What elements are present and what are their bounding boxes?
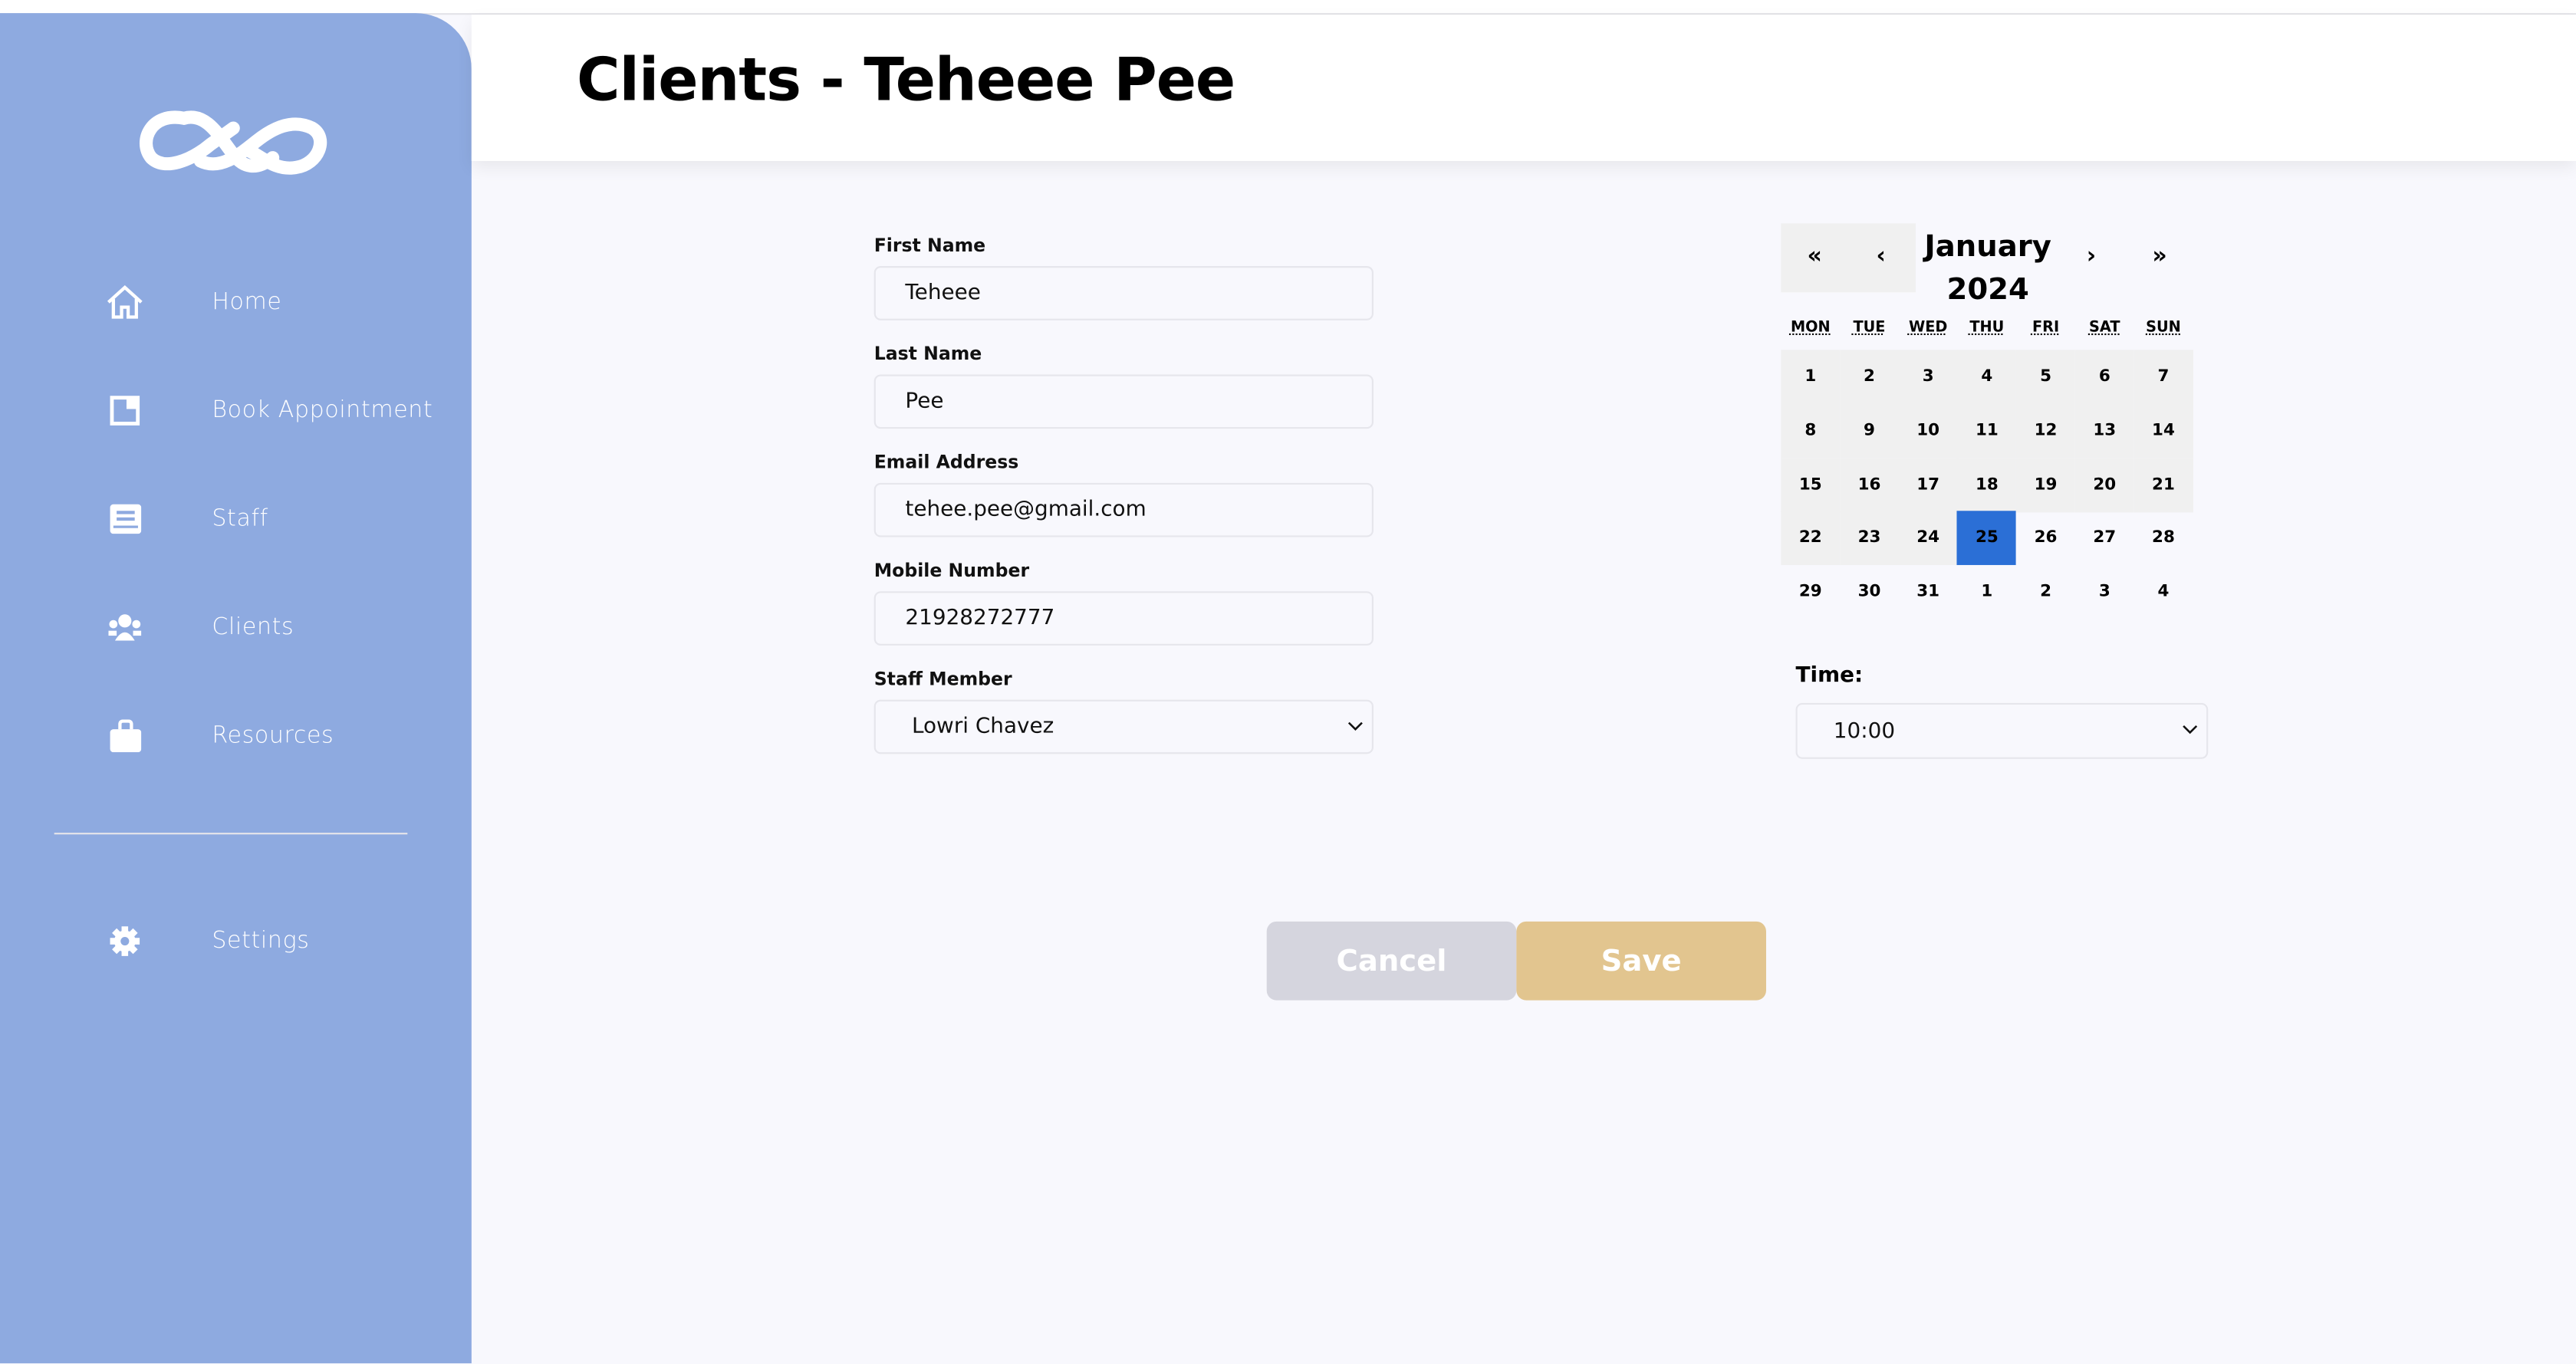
calendar-day[interactable]: 16: [1839, 457, 1900, 512]
calendar-day[interactable]: 18: [1957, 457, 2017, 512]
id-card-icon: [105, 501, 144, 537]
first-name-value: Teheee: [905, 281, 981, 306]
time-label: Time:: [1795, 663, 1864, 689]
last-name-value: Pee: [905, 389, 944, 414]
calendar-day[interactable]: 20: [2074, 457, 2134, 512]
calendar-day[interactable]: 30: [1840, 565, 1899, 620]
calendar-day[interactable]: 12: [2016, 403, 2076, 459]
home-icon: [105, 284, 144, 320]
calendar-year: 2024: [1946, 272, 2029, 307]
chevron-down-icon: [1347, 721, 1363, 731]
logo: [135, 95, 335, 194]
cancel-button[interactable]: Cancel: [1266, 921, 1517, 1001]
calendar-day[interactable]: 4: [1957, 350, 2017, 405]
weekday-header: SUN: [2146, 320, 2181, 337]
calendar-day[interactable]: 10: [1898, 403, 1958, 459]
mobile-label: Mobile Number: [873, 560, 1030, 582]
calendar-day[interactable]: 1: [1957, 565, 2016, 620]
email-input[interactable]: tehee.pee@gmail.com: [873, 482, 1374, 537]
prev-month-button[interactable]: ‹: [1877, 243, 1886, 269]
sidebar-item-home[interactable]: Home: [0, 273, 472, 332]
calendar-day[interactable]: 1: [1781, 350, 1841, 405]
calendar-month: January: [1924, 229, 2051, 265]
staff-member-label: Staff Member: [873, 668, 1012, 690]
page-title: Clients - Teheee Pee: [576, 48, 1235, 115]
sidebar-item-label: Resources: [212, 722, 334, 749]
weekday-header: WED: [1908, 320, 1948, 337]
calendar-day[interactable]: 9: [1839, 403, 1900, 459]
weekday-header: SAT: [2089, 320, 2120, 337]
briefcase-icon: [105, 718, 144, 754]
calendar-day[interactable]: 6: [2074, 350, 2134, 405]
mobile-value: 21928272777: [905, 606, 1055, 631]
calendar-day[interactable]: 17: [1898, 457, 1958, 512]
calendar-day[interactable]: 31: [1899, 565, 1958, 620]
calendar-month-year[interactable]: January 2024: [1916, 227, 2061, 312]
calendar-day[interactable]: 5: [2016, 350, 2076, 405]
calendar-day[interactable]: 29: [1781, 565, 1840, 620]
email-value: tehee.pee@gmail.com: [905, 498, 1147, 523]
calendar-day[interactable]: 26: [2016, 511, 2075, 566]
calendar-day[interactable]: 15: [1781, 457, 1841, 512]
calendar-day[interactable]: 13: [2074, 403, 2134, 459]
calendar-day[interactable]: 19: [2016, 457, 2076, 512]
calendar-day[interactable]: 3: [1898, 350, 1958, 405]
calendar-day[interactable]: 22: [1781, 511, 1841, 566]
chevron-down-icon: [2183, 725, 2198, 735]
page-header: Clients - Teheee Pee: [471, 15, 2576, 161]
staff-member-select[interactable]: Lowri Chavez: [873, 699, 1374, 754]
last-name-input[interactable]: Pee: [873, 374, 1374, 429]
time-value: 10:00: [1833, 718, 1896, 744]
sidebar-item-label: Book Appointment: [212, 397, 433, 424]
next-month-button[interactable]: ›: [2087, 243, 2096, 269]
calendar-day[interactable]: 8: [1781, 403, 1841, 459]
email-label: Email Address: [873, 452, 1019, 473]
weekday-header: THU: [1969, 320, 2005, 337]
calendar-day[interactable]: 4: [2134, 565, 2193, 620]
sidebar-item-settings[interactable]: Settings: [0, 912, 472, 971]
prev-year-button[interactable]: «: [1808, 243, 1822, 269]
sidebar-item-clients[interactable]: Clients: [0, 598, 472, 657]
calendar-day[interactable]: 28: [2134, 511, 2193, 566]
sidebar-item-label: Staff: [212, 505, 268, 533]
sidebar: Home Book Appointment Staff Clients Reso…: [0, 13, 472, 1364]
sidebar-item-label: Clients: [212, 614, 294, 641]
gear-icon: [105, 923, 144, 959]
sidebar-item-label: Home: [212, 289, 282, 316]
mobile-input[interactable]: 21928272777: [873, 591, 1374, 646]
time-select[interactable]: 10:00: [1795, 702, 2209, 759]
calendar-day[interactable]: 7: [2134, 350, 2193, 405]
weekday-header: MON: [1790, 320, 1831, 337]
next-year-button[interactable]: »: [2152, 243, 2166, 269]
last-name-label: Last Name: [873, 343, 982, 365]
sidebar-item-staff[interactable]: Staff: [0, 489, 472, 548]
calendar-day[interactable]: 2: [2016, 565, 2075, 620]
book-icon: [105, 393, 144, 429]
calendar-day[interactable]: 27: [2075, 511, 2134, 566]
calendar-day-selected[interactable]: 25: [1957, 511, 2017, 566]
calendar-day[interactable]: 23: [1839, 511, 1900, 566]
sidebar-item-resources[interactable]: Resources: [0, 706, 472, 765]
first-name-input[interactable]: Teheee: [873, 266, 1374, 320]
weekday-header: TUE: [1853, 320, 1886, 337]
weekday-header: FRI: [2032, 320, 2060, 337]
sidebar-item-label: Settings: [212, 928, 310, 955]
calendar-day[interactable]: 21: [2134, 457, 2193, 512]
sidebar-divider: [54, 833, 408, 835]
calendar-day[interactable]: 11: [1957, 403, 2017, 459]
calendar-day[interactable]: 24: [1898, 511, 1958, 566]
first-name-label: First Name: [873, 235, 986, 257]
sidebar-item-book-appointment[interactable]: Book Appointment: [0, 381, 472, 440]
save-button[interactable]: Save: [1516, 921, 1766, 1001]
calendar-day[interactable]: 3: [2075, 565, 2134, 620]
calendar-day[interactable]: 2: [1839, 350, 1900, 405]
calendar-nav-bg: [1781, 223, 1916, 293]
staff-member-value: Lowri Chavez: [911, 714, 1054, 740]
calendar-day[interactable]: 14: [2134, 403, 2193, 459]
users-icon: [105, 610, 144, 646]
